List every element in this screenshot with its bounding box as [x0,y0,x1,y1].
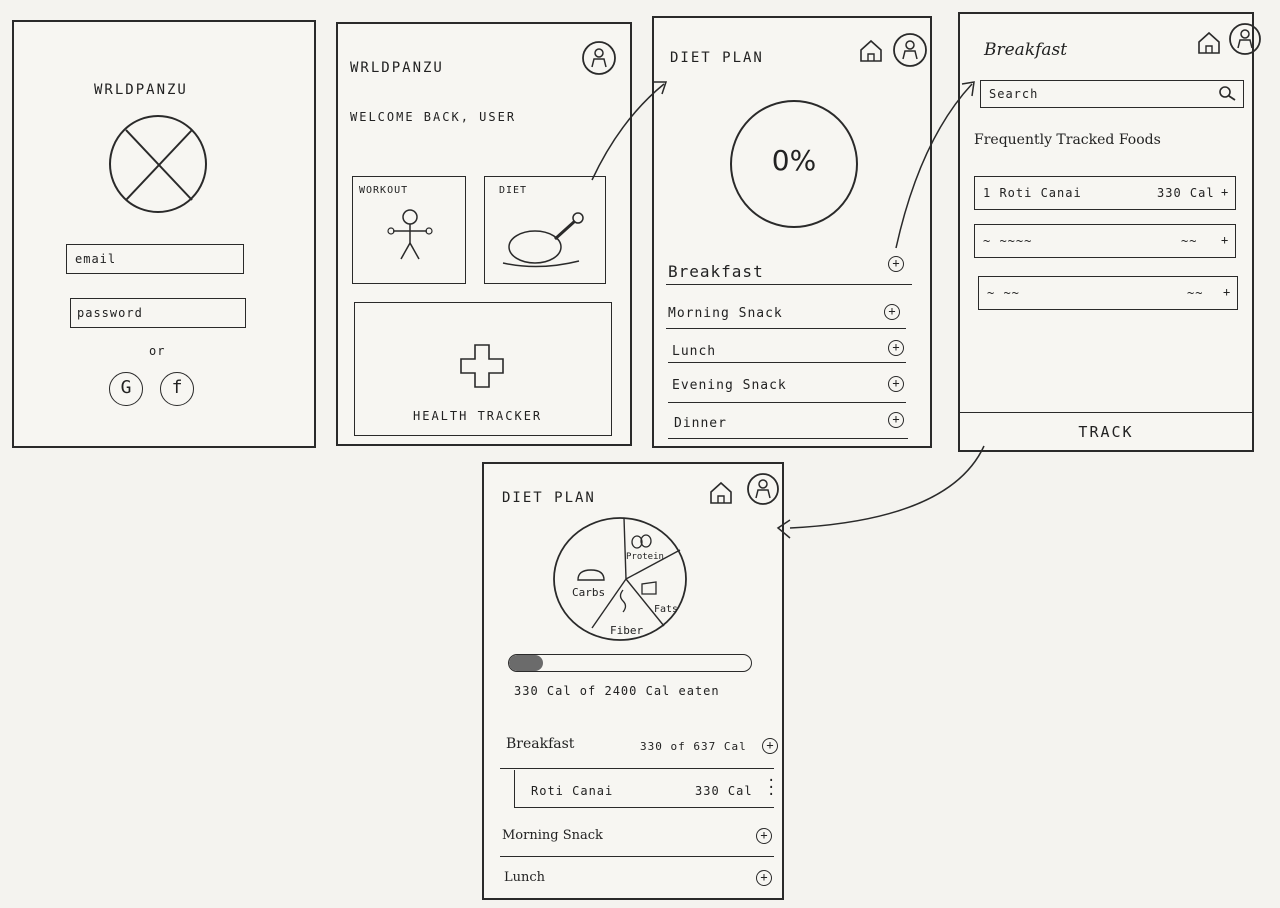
arrow-breakfast-to-search [895,83,973,249]
arrow-track-to-detail [789,445,985,529]
arrow-diet-to-plan [591,83,665,181]
flow-arrows [591,81,985,539]
arrow-head [776,519,791,539]
